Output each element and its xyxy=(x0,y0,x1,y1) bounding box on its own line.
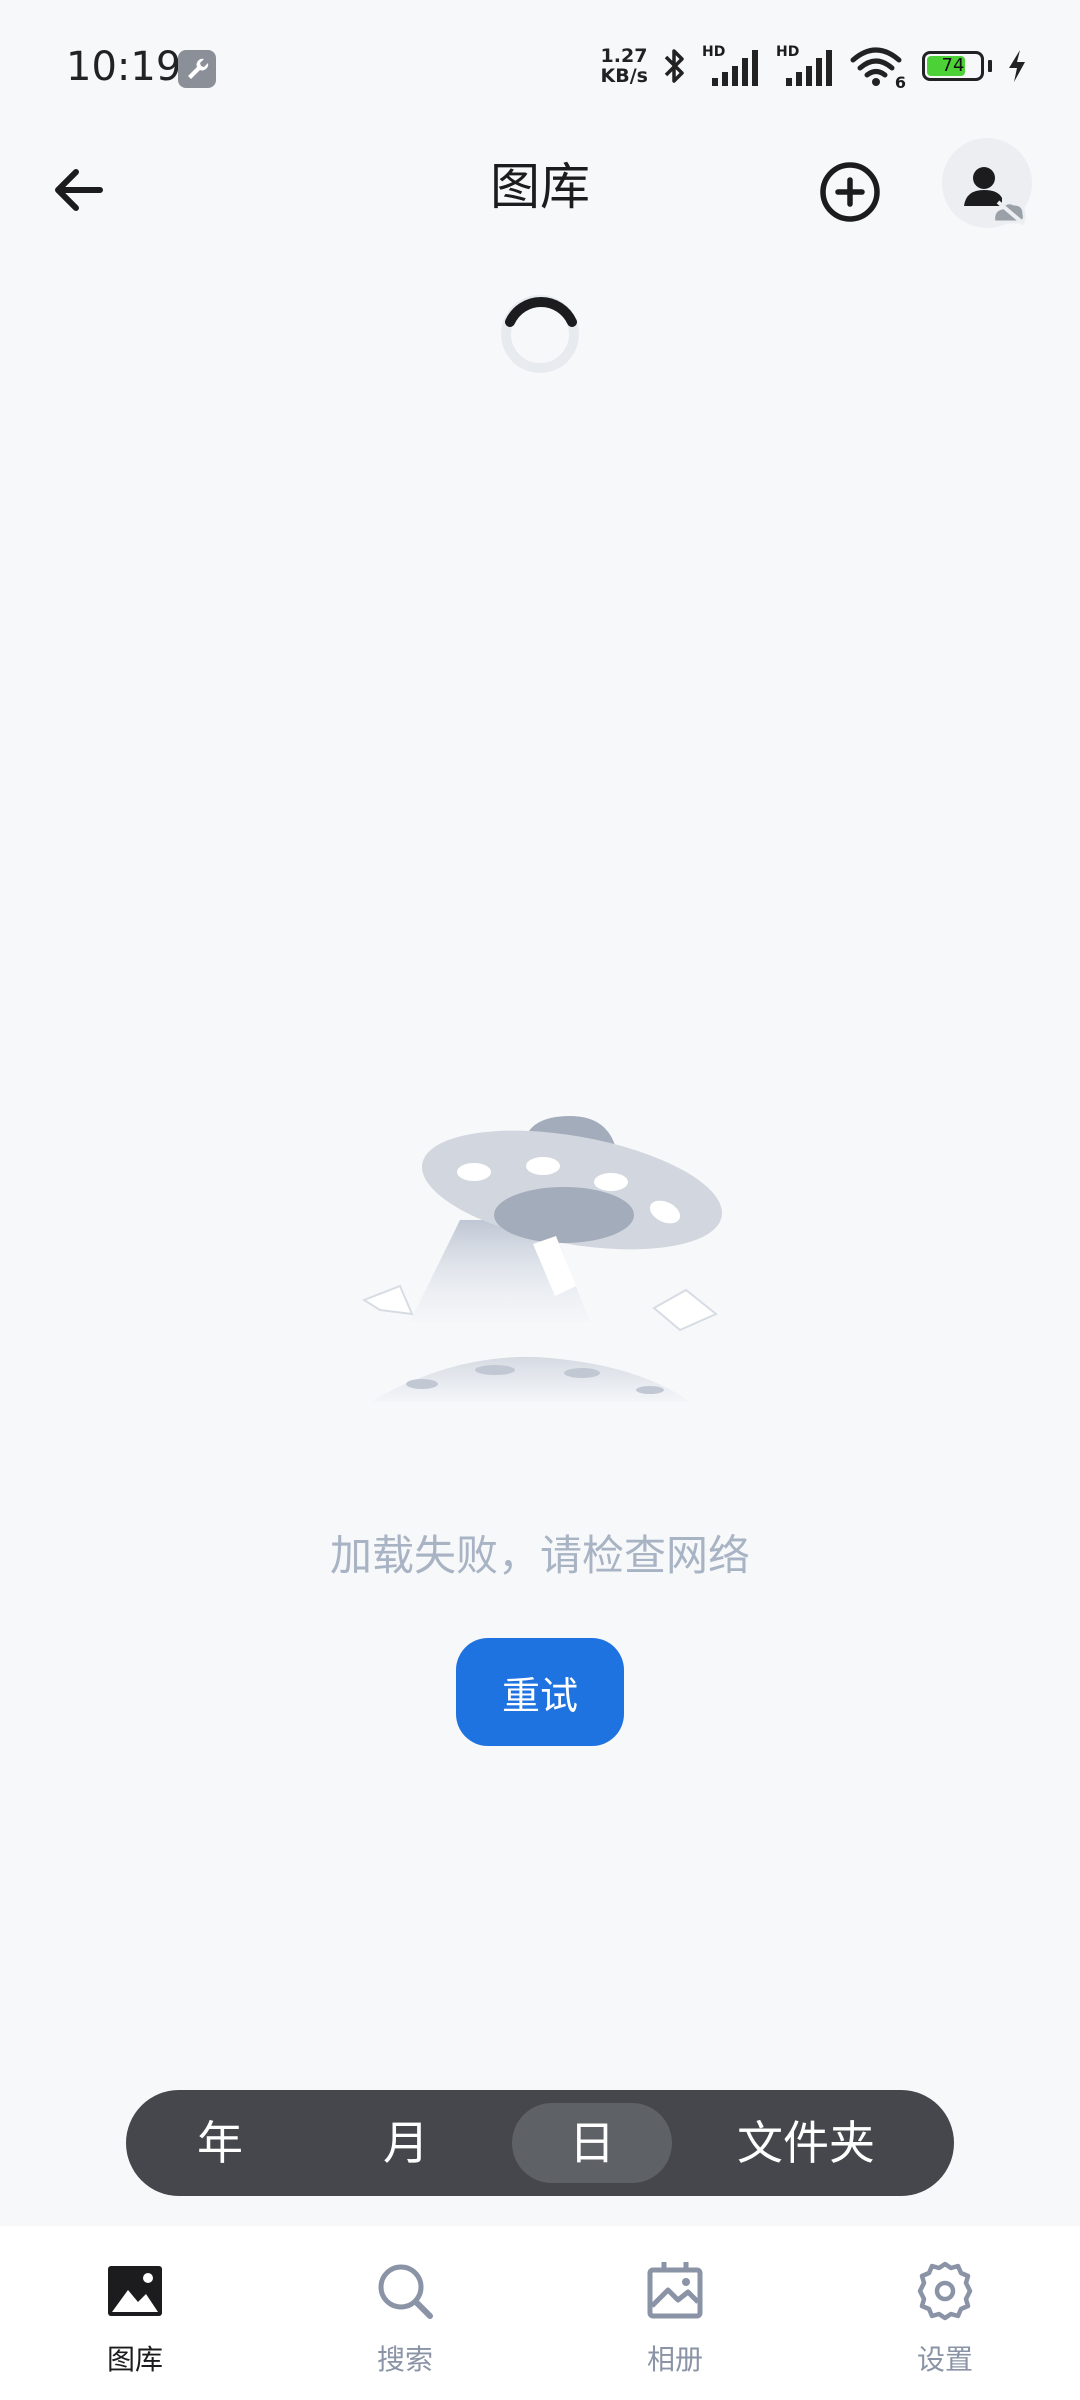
nav-item-album[interactable]: 相册 xyxy=(540,2226,810,2400)
gallery-image-icon xyxy=(108,2266,162,2316)
nav-item-search[interactable]: 搜索 xyxy=(270,2226,540,2400)
network-speed: 1.27 KB/s xyxy=(601,46,648,86)
spinner-icon xyxy=(501,295,579,373)
battery-level: 74 xyxy=(941,55,965,76)
nav-item-settings[interactable]: 设置 xyxy=(810,2226,1080,2400)
ufo-illustration xyxy=(350,1100,730,1410)
top-app-bar: 图库 xyxy=(0,130,1080,240)
add-button[interactable] xyxy=(808,150,892,234)
wrench-icon xyxy=(178,50,216,88)
net-speed-value: 1.27 xyxy=(600,45,648,67)
hd-label-2: HD xyxy=(776,44,800,60)
status-time: 10:19 xyxy=(66,44,182,90)
view-switcher: 年 月 日 文件夹 xyxy=(126,2090,954,2196)
wifi-indicator: 6 xyxy=(850,44,906,92)
page-title: 图库 xyxy=(490,158,590,216)
plus-circle-icon xyxy=(820,162,880,222)
wifi-generation: 6 xyxy=(894,73,906,92)
status-icons: 1.27 KB/s HD HD 6 74 xyxy=(601,44,1028,92)
bluetooth-icon xyxy=(664,49,684,83)
view-option-year[interactable]: 年 xyxy=(140,2103,300,2183)
gear-icon xyxy=(917,2261,973,2321)
nav-label-album: 相册 xyxy=(646,2343,703,2376)
nav-label-gallery: 图库 xyxy=(106,2343,163,2376)
view-option-month[interactable]: 月 xyxy=(300,2103,512,2183)
battery-tip xyxy=(988,60,992,72)
nav-label-search: 搜索 xyxy=(376,2343,433,2376)
retry-button[interactable]: 重试 xyxy=(456,1638,624,1746)
net-speed-unit: KB/s xyxy=(600,65,648,87)
load-error-message: 加载失败，请检查网络 xyxy=(329,1531,750,1580)
status-bar: 10:19 1.27 KB/s HD HD 6 74 xyxy=(0,0,1080,130)
nav-item-gallery[interactable]: 图库 xyxy=(0,2226,270,2400)
cell-signal-2: HD xyxy=(776,44,836,88)
battery-indicator: 74 xyxy=(922,51,984,81)
charging-bolt-icon xyxy=(1009,50,1025,82)
nav-label-settings: 设置 xyxy=(916,2343,973,2376)
view-option-day[interactable]: 日 xyxy=(512,2103,672,2183)
loading-spinner xyxy=(498,292,582,376)
album-icon xyxy=(647,2262,703,2319)
cell-signal-1: HD xyxy=(702,44,762,88)
hd-label-1: HD xyxy=(702,44,726,60)
account-button[interactable] xyxy=(942,138,1032,228)
bottom-navigation: 图库 搜索 相册 设置 xyxy=(0,2226,1080,2400)
search-icon xyxy=(378,2264,433,2319)
view-option-folder[interactable]: 文件夹 xyxy=(672,2103,940,2183)
user-cloud-off-icon xyxy=(964,167,1026,226)
